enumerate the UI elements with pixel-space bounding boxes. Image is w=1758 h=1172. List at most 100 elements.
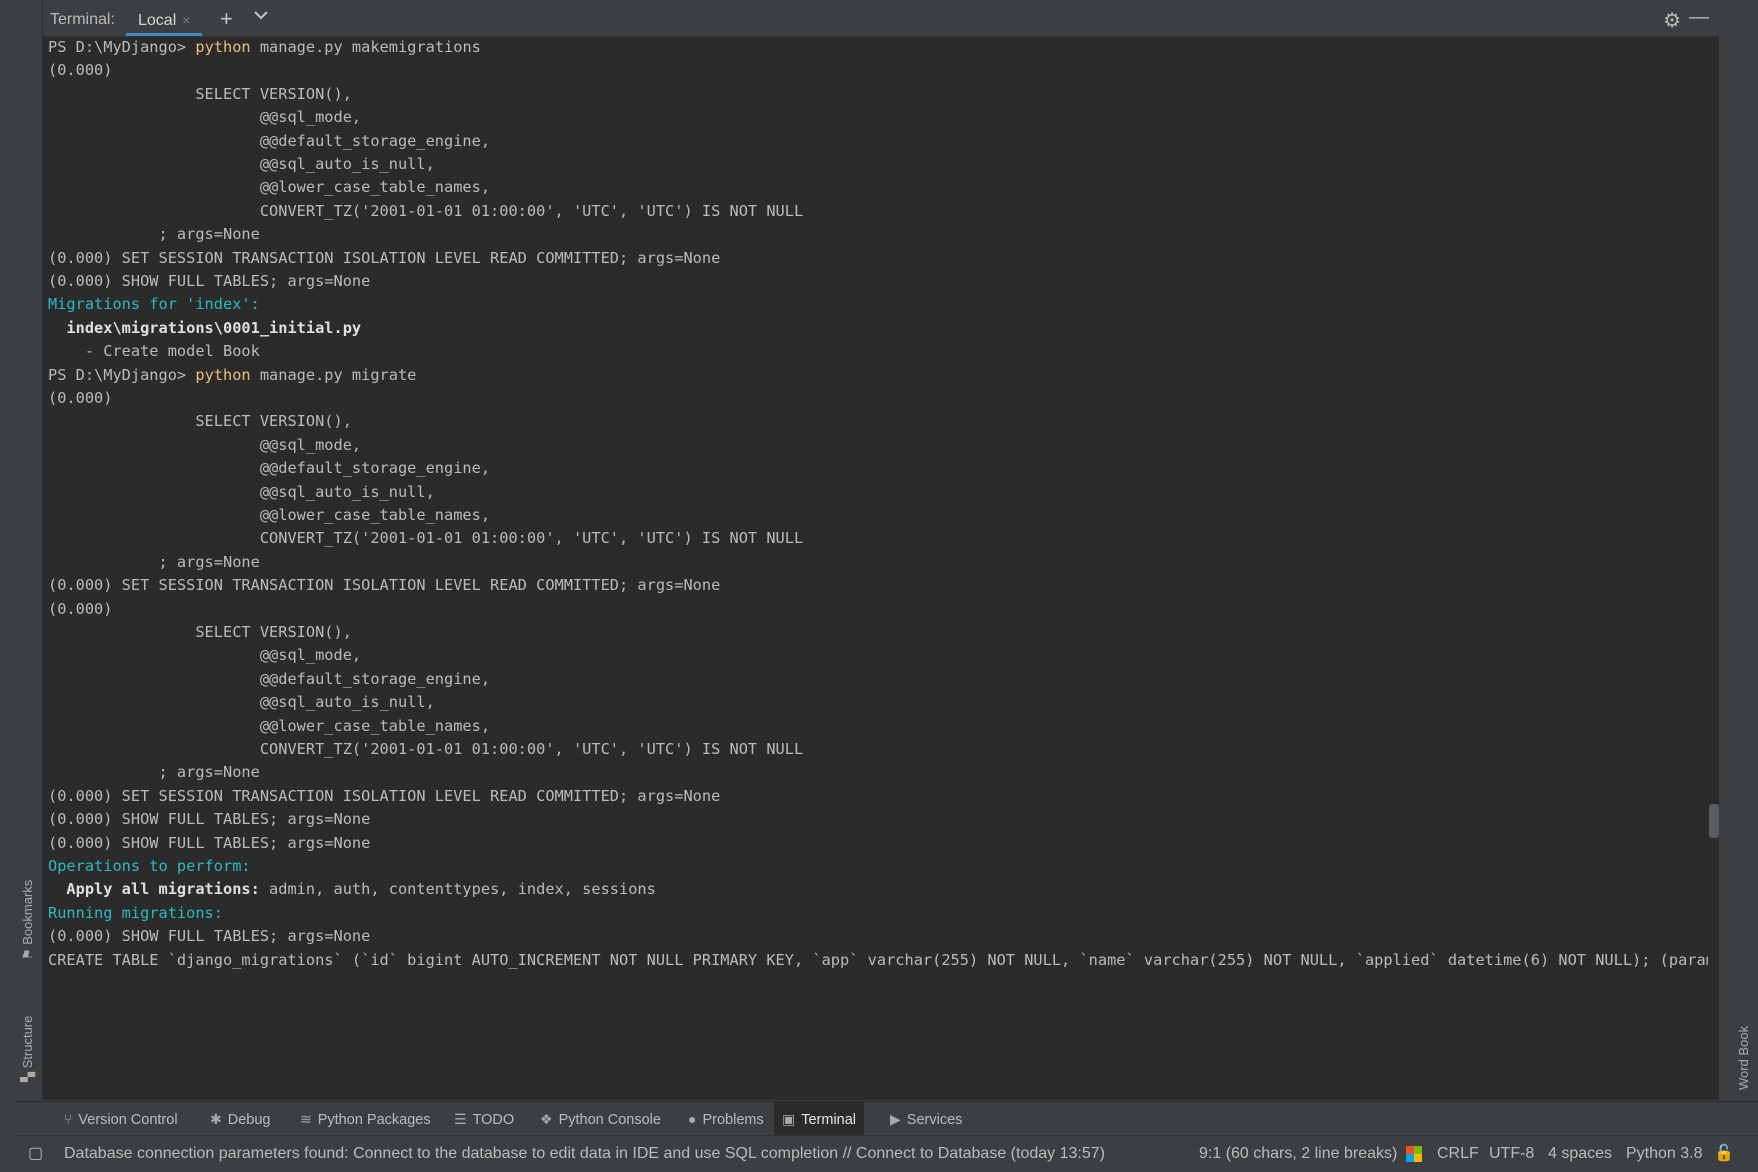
lock-icon[interactable]: 🔓 [1714, 1136, 1734, 1172]
output-line: CONVERT_TZ('2001-01-01 01:00:00', 'UTC',… [48, 740, 804, 758]
vertical-scrollbar[interactable] [1709, 804, 1719, 838]
output-line: CONVERT_TZ('2001-01-01 01:00:00', 'UTC',… [48, 201, 804, 220]
bookmark-icon: ⚑ [20, 944, 35, 960]
file-encoding[interactable]: UTF-8 [1489, 1136, 1534, 1172]
word-book-tab[interactable]: Word Book [1736, 1026, 1751, 1090]
output-line: - Create model Book [48, 342, 260, 361]
minimize-icon[interactable]: — [1689, 6, 1709, 29]
python-interpreter[interactable]: Python 3.8 [1626, 1136, 1703, 1172]
chevron-down-icon[interactable] [253, 8, 269, 26]
terminal-icon: ▣ [782, 1111, 796, 1127]
output-line: (0.000) SHOW FULL TABLES; args=None [48, 810, 371, 829]
terminal-title: Terminal: [50, 11, 115, 28]
tool-window-bar: ⑂ Version Control ✱ Debug ≋ Python Packages… [14, 1101, 1758, 1136]
panel-toggle-icon[interactable]: ▢ [28, 1136, 43, 1172]
terminal-label: Terminal [801, 1112, 857, 1128]
output-line: Migrations for 'index': [48, 295, 260, 314]
add-icon[interactable]: + [220, 6, 233, 32]
branch-icon: ⑂ [64, 1111, 73, 1127]
output-line: (0.000) [48, 61, 113, 80]
output-line: Operations to perform: [48, 857, 251, 875]
output-line: ; args=None [48, 552, 260, 571]
toolwindow-python-packages[interactable]: ≋ Python Packages [292, 1102, 439, 1136]
indent-setting[interactable]: 4 spaces [1548, 1136, 1612, 1172]
python-packages-label: Python Packages [317, 1112, 431, 1128]
command-args: manage.py migrate [250, 365, 417, 384]
toolwindow-version-control[interactable]: ⑂ Version Control [56, 1102, 186, 1136]
list-icon: ☰ [454, 1111, 467, 1127]
output-line: (0.000) SET SESSION TRANSACTION ISOLATIO… [48, 576, 721, 595]
output-line: @@sql_auto_is_null, [48, 693, 435, 712]
output-line: SELECT VERSION(), [48, 623, 352, 641]
python-console-label: Python Console [558, 1112, 661, 1128]
info-icon: ● [688, 1111, 697, 1127]
todo-label: TODO [472, 1112, 515, 1128]
services-label: Services [906, 1112, 963, 1128]
command-keyword: python [195, 38, 251, 56]
output-line: @@lower_case_table_names, [48, 506, 491, 524]
output-line: (0.000) SHOW FULL TABLES; args=None [48, 833, 371, 852]
apply-all-value: admin, auth, contenttypes, index, sessio… [259, 880, 656, 899]
terminal-header: Terminal: Local × + ⚙ — [43, 2, 1719, 37]
services-icon: ▶ [890, 1111, 901, 1127]
tab-local[interactable]: Local × [126, 2, 203, 36]
toolwindow-python-console[interactable]: ❖ Python Console [532, 1102, 669, 1136]
apply-all-label: Apply all migrations: [48, 880, 260, 899]
toolwindow-problems[interactable]: ● Problems [680, 1102, 772, 1136]
word-book-label: Word Book [1736, 1025, 1751, 1090]
left-tool-strip: ⚑ Bookmarks ▚ Structure [14, 0, 43, 1100]
output-line: (0.000) SHOW FULL TABLES; args=None [48, 927, 371, 946]
toolwindow-terminal[interactable]: ▣ Terminal [774, 1102, 865, 1136]
output-line: CONVERT_TZ('2001-01-01 01:00:00', 'UTC',… [48, 529, 804, 548]
output-line: Apply all migrations: admin, auth, conte… [48, 878, 656, 900]
tab-local-label: Local [138, 12, 177, 29]
output-line: SELECT VERSION(), [48, 412, 352, 431]
output-line: (0.000) SHOW FULL TABLES; args=None [48, 272, 371, 290]
structure-label: Structure [20, 1015, 35, 1069]
output-line: @@lower_case_table_names, [48, 716, 491, 735]
python-icon: ❖ [540, 1111, 553, 1127]
output-line: (0.000) SET SESSION TRANSACTION ISOLATIO… [48, 786, 721, 805]
prompt: PS D:\MyDjango> [48, 38, 196, 56]
output-line: (0.000) [48, 599, 113, 618]
output-line: @@default_storage_engine, [48, 669, 491, 688]
output-line: index\migrations\0001_initial.py [48, 318, 362, 337]
structure-icon: ▚ [20, 1068, 35, 1082]
output-line: @@default_storage_engine, [48, 131, 491, 150]
status-bar: ▢ Database connection parameters found: … [14, 1135, 1758, 1172]
close-icon[interactable]: × [182, 12, 190, 28]
command-args: manage.py makemigrations [250, 38, 481, 56]
command-keyword: python [195, 365, 251, 384]
structure-tab[interactable]: ▚ Structure [20, 1016, 36, 1082]
status-message[interactable]: Database connection parameters found: Co… [64, 1136, 1105, 1172]
layers-icon: ≋ [300, 1111, 312, 1127]
output-line: ; args=None [48, 225, 260, 244]
line-separator[interactable]: CRLF [1437, 1136, 1479, 1172]
toolwindow-services[interactable]: ▶ Services [882, 1102, 970, 1136]
bookmarks-label: Bookmarks [20, 879, 35, 945]
bug-icon: ✱ [210, 1111, 222, 1127]
bookmarks-tab[interactable]: ⚑ Bookmarks [20, 880, 36, 960]
output-line: (0.000) [48, 389, 113, 407]
output-line: @@sql_mode, [48, 435, 362, 454]
output-line: Running migrations: [48, 903, 223, 922]
output-line: (0.000) SET SESSION TRANSACTION ISOLATIO… [48, 248, 721, 267]
windows-icon [1406, 1136, 1422, 1172]
output-line: @@default_storage_engine, [48, 459, 491, 478]
output-line: @@sql_mode, [48, 108, 362, 127]
prompt: PS D:\MyDjango> [48, 365, 196, 384]
terminal-output[interactable]: PS D:\MyDjango> python manage.py makemig… [48, 36, 1708, 1096]
problems-label: Problems [702, 1112, 764, 1128]
ide-window: ⚑ Bookmarks ▚ Structure Word Book Termin… [0, 0, 1758, 1172]
output-line: ; args=None [48, 763, 260, 782]
toolwindow-todo[interactable]: ☰ TODO [446, 1102, 522, 1136]
caret-position[interactable]: 9:1 (60 chars, 2 line breaks) [1199, 1136, 1397, 1172]
output-line: CREATE TABLE `django_migrations` (`id` b… [48, 950, 1708, 969]
toolwindow-debug[interactable]: ✱ Debug [202, 1102, 278, 1136]
output-line: @@sql_mode, [48, 646, 362, 665]
gear-icon[interactable]: ⚙ [1663, 8, 1681, 33]
output-line: @@sql_auto_is_null, [48, 482, 435, 501]
command-line: PS D:\MyDjango> python manage.py makemig… [48, 36, 481, 58]
version-control-label: Version Control [78, 1112, 178, 1128]
output-line: SELECT VERSION(), [48, 84, 352, 103]
